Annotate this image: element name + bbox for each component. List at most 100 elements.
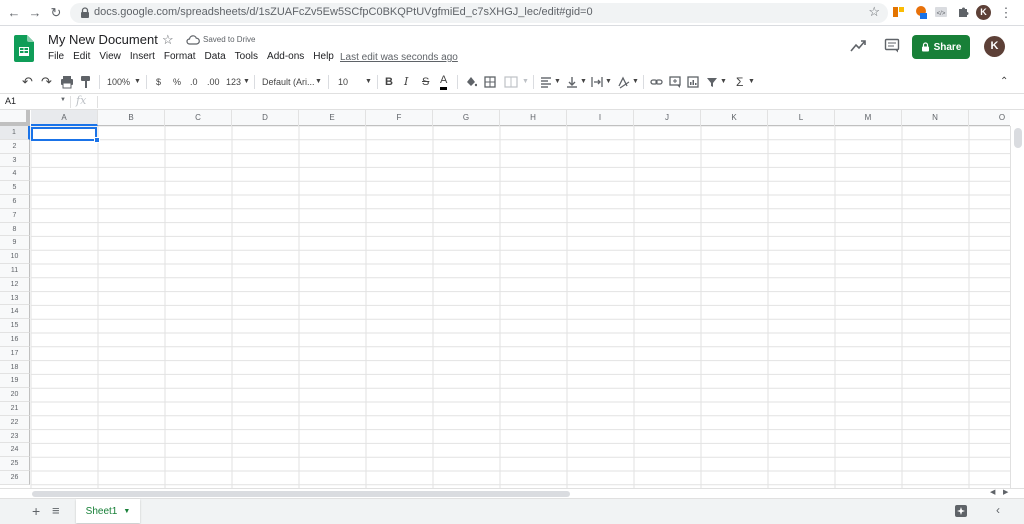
row-header-16[interactable]: 16 — [0, 333, 30, 347]
menu-insert[interactable]: Insert — [130, 51, 155, 65]
row-header-13[interactable]: 13 — [0, 291, 30, 306]
text-color-button[interactable]: A — [440, 74, 448, 90]
borders-icon[interactable] — [484, 74, 496, 90]
extension-badge-icon[interactable] — [914, 5, 928, 19]
text-wrapping-icon[interactable] — [591, 74, 603, 90]
bold-button[interactable]: B — [385, 74, 393, 90]
column-header-j[interactable]: J — [634, 110, 701, 126]
column-header-l[interactable]: L — [768, 110, 835, 126]
sheet-tab-active[interactable]: Sheet1 ▼ — [76, 499, 140, 523]
column-header-k[interactable]: K — [701, 110, 768, 126]
menu-file[interactable]: File — [48, 51, 64, 65]
fill-handle[interactable] — [94, 137, 100, 143]
row-header-5[interactable]: 5 — [0, 181, 30, 195]
text-rotation-icon[interactable] — [617, 74, 630, 90]
row-header-7[interactable]: 7 — [0, 208, 30, 223]
spreadsheet-grid[interactable]: ABCDEFGHIJKLMNO 1 2 3 4 5 6 7 8 9 10 11 12 13 14 15 16 1… — [0, 110, 1010, 488]
menu-tools[interactable]: Tools — [235, 51, 258, 65]
font-size-dropdown-icon[interactable]: ▼ — [365, 74, 372, 90]
menu-view[interactable]: View — [99, 51, 121, 65]
last-edit-link[interactable]: Last edit was seconds ago — [340, 52, 458, 63]
filter-dropdown-icon[interactable]: ▼ — [720, 74, 727, 90]
document-title[interactable]: My New Document — [48, 32, 158, 47]
code-extension-icon[interactable]: </> — [934, 5, 948, 19]
row-header-21[interactable]: 21 — [0, 402, 30, 416]
browser-menu-icon[interactable]: ⋮ — [996, 3, 1016, 23]
scroll-left-icon[interactable]: ◀ — [990, 488, 995, 496]
column-header-o[interactable]: O — [969, 110, 1010, 126]
star-icon[interactable]: ☆ — [162, 32, 174, 48]
row-header-2[interactable]: 2 — [0, 139, 30, 154]
font-size-select[interactable]: 10 — [338, 74, 348, 90]
scroll-right-icon[interactable]: ▶ — [1003, 488, 1008, 496]
account-avatar[interactable]: K — [984, 36, 1005, 57]
functions-dropdown-icon[interactable]: ▼ — [748, 74, 755, 90]
menu-help[interactable]: Help — [313, 51, 334, 65]
row-header-6[interactable]: 6 — [0, 195, 30, 209]
horizontal-align-icon[interactable] — [540, 74, 552, 90]
vertical-scroll-thumb[interactable] — [1014, 128, 1022, 148]
rotation-dropdown-icon[interactable]: ▼ — [632, 74, 639, 90]
valign-dropdown-icon[interactable]: ▼ — [580, 74, 587, 90]
horizontal-scroll-thumb[interactable] — [32, 491, 570, 497]
reload-icon[interactable]: ↻ — [46, 3, 66, 23]
forward-icon[interactable]: → — [25, 3, 45, 23]
font-family-select[interactable]: Default (Ari... — [262, 74, 315, 90]
row-header-8[interactable]: 8 — [0, 222, 30, 237]
row-header-20[interactable]: 20 — [0, 388, 30, 402]
italic-button[interactable]: I — [404, 74, 408, 90]
all-sheets-icon[interactable]: ≡ — [52, 503, 60, 518]
column-header-h[interactable]: H — [500, 110, 567, 126]
percent-format-button[interactable]: % — [173, 74, 181, 90]
row-header-3[interactable]: 3 — [0, 153, 30, 168]
browser-profile-avatar[interactable]: K — [976, 5, 991, 20]
column-header-m[interactable]: M — [835, 110, 902, 126]
wrap-dropdown-icon[interactable]: ▼ — [605, 74, 612, 90]
functions-button[interactable]: Σ — [736, 74, 743, 90]
align-dropdown-icon[interactable]: ▼ — [554, 74, 561, 90]
row-header-11[interactable]: 11 — [0, 264, 30, 278]
zoom-dropdown-icon[interactable]: ▼ — [134, 74, 141, 90]
strikethrough-button[interactable]: S — [422, 74, 429, 90]
filter-icon[interactable] — [706, 74, 718, 90]
column-header-a[interactable]: A — [31, 110, 98, 126]
side-panel-toggle-icon[interactable]: ‹ — [996, 503, 1000, 517]
explore-icon[interactable] — [954, 504, 968, 518]
collapse-menus-icon[interactable]: ⌃ — [1000, 74, 1008, 90]
row-header-10[interactable]: 10 — [0, 250, 30, 264]
formula-input[interactable] — [100, 95, 1000, 109]
redo-icon[interactable]: ↷ — [41, 74, 52, 90]
column-header-f[interactable]: F — [366, 110, 433, 126]
explore-trend-icon[interactable] — [850, 39, 866, 53]
paint-format-icon[interactable] — [80, 74, 92, 90]
row-header-24[interactable]: 24 — [0, 443, 30, 458]
row-header-26[interactable]: 26 — [0, 471, 30, 485]
row-header-17[interactable]: 17 — [0, 346, 30, 361]
row-header-15[interactable]: 15 — [0, 319, 30, 333]
row-header-12[interactable]: 12 — [0, 277, 30, 292]
increase-decimal-button[interactable]: .00 — [207, 74, 220, 90]
row-header-23[interactable]: 23 — [0, 429, 30, 444]
extension-icon[interactable] — [892, 5, 906, 19]
currency-format-button[interactable]: $ — [156, 74, 161, 90]
more-formats-button[interactable]: 123 — [226, 74, 241, 90]
zoom-select[interactable]: 100% — [107, 74, 130, 90]
back-icon[interactable]: ← — [4, 3, 24, 23]
undo-icon[interactable]: ↶ — [22, 74, 33, 90]
row-header-25[interactable]: 25 — [0, 457, 30, 471]
merge-cells-icon[interactable] — [504, 74, 518, 90]
font-dropdown-icon[interactable]: ▼ — [315, 74, 322, 90]
more-formats-dropdown-icon[interactable]: ▼ — [243, 74, 250, 90]
column-header-n[interactable]: N — [902, 110, 969, 126]
sheets-logo-icon[interactable] — [14, 35, 34, 62]
menu-addons[interactable]: Add-ons — [267, 51, 304, 65]
add-sheet-icon[interactable]: + — [32, 503, 40, 519]
share-button[interactable]: Share — [912, 35, 970, 59]
merge-dropdown-icon[interactable]: ▼ — [522, 74, 529, 90]
row-header-18[interactable]: 18 — [0, 360, 30, 375]
horizontal-scrollbar[interactable]: ◀ ▶ — [0, 488, 1024, 498]
column-header-i[interactable]: I — [567, 110, 634, 126]
sheet-tab-dropdown-icon[interactable]: ▼ — [123, 508, 130, 515]
insert-comment-icon[interactable] — [669, 74, 681, 90]
menu-format[interactable]: Format — [164, 51, 196, 65]
